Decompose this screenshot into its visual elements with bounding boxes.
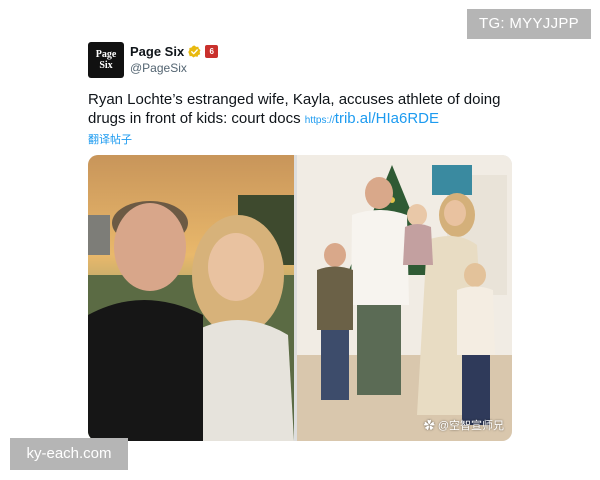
avatar-text-line1: Page [95,49,117,60]
tweet-media[interactable]: ✿ @空智宣师兄 [88,155,512,441]
paw-icon: ✿ [423,420,435,432]
account-name-row: Page Six 6 [130,42,219,60]
verified-badge-icon [188,45,201,57]
photo-credit: ✿ @空智宣师兄 [424,417,504,433]
avatar-text-line2: Six [99,60,113,71]
photo-couple-sunset[interactable] [88,155,294,441]
account-name[interactable]: Page Six [130,44,184,59]
photo-credit-text: @空智宣师兄 [437,420,504,432]
tweet-link-prefix: https:// [304,115,335,126]
tweet-link-text: trib.al/HIa6RDE [334,110,439,127]
watermark-bottom: ky-each.com [10,438,128,470]
avatar[interactable]: Page Six [88,42,124,78]
tweet-card[interactable]: Page Six Page Six 6 @PageSix Ryan Lochte… [86,38,516,443]
account-handle[interactable]: @PageSix [130,61,187,75]
photo-family-christmas[interactable] [297,155,512,441]
tweet-text: Ryan Lochte’s estranged wife, Kayla, acc… [88,90,518,130]
affiliate-badge-icon: 6 [205,44,219,58]
watermark-top: TG: MYYJJPP [467,9,591,39]
tweet-link[interactable]: https://trib.al/HIa6RDE [305,110,439,127]
translate-post-link[interactable]: 翻译帖子 [88,131,132,147]
